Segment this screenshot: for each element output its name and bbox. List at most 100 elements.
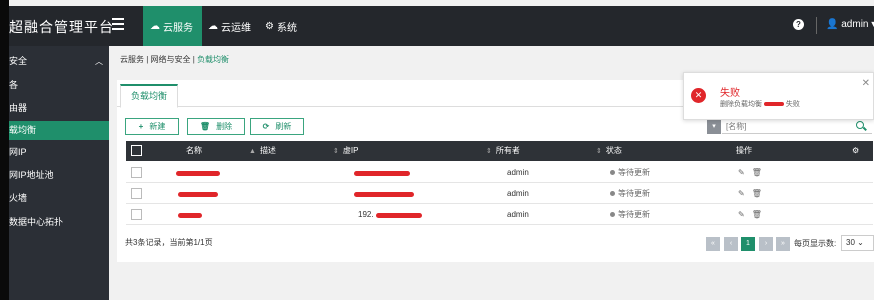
sidebar-item-firewall[interactable]: 火墙	[9, 189, 109, 208]
sort-icon: ⇕	[596, 148, 602, 155]
toast-message: 删除负载均衡 失败	[720, 99, 800, 109]
sidebar-item-network[interactable]: 各	[9, 76, 109, 95]
button-label: 刷新	[275, 122, 292, 131]
sort-icon: ▲	[249, 148, 256, 155]
nav-tab-cloud-ops[interactable]: ☁ 云运维	[208, 6, 251, 46]
plus-icon: +	[138, 122, 144, 131]
trash-icon[interactable]: 🗑	[752, 183, 762, 204]
cell-status: 等待更新	[610, 162, 650, 183]
breadcrumb-item[interactable]: 网络与安全	[151, 55, 191, 64]
nav-tab-label: 系统	[276, 22, 297, 34]
sidebar-item-load-balancer[interactable]: 载均衡	[9, 121, 109, 140]
select-all-checkbox[interactable]	[131, 145, 142, 156]
sort-icon: ⇕	[333, 148, 339, 155]
table-header: 名称 ▲ 描述 ⇕ 虚IP ⇕ 所有者 ⇕ 状态 操作 ⚙	[126, 141, 873, 161]
close-icon[interactable]: ✕	[862, 78, 870, 89]
left-edge	[0, 0, 9, 300]
cell-owner: admin	[507, 189, 529, 198]
sidebar-item-label: 网IP	[9, 147, 27, 157]
column-header-status[interactable]: ⇕ 状态	[596, 141, 622, 161]
sort-icon: ⇕	[486, 148, 492, 155]
search-icon[interactable]	[856, 121, 864, 129]
column-header-name[interactable]: 名称	[186, 141, 202, 161]
sidebar-item-label: 网IP地址池	[9, 170, 54, 180]
cloud-icon: ☁	[208, 20, 218, 32]
cell-owner: admin	[507, 168, 529, 177]
new-button[interactable]: + 新建	[125, 118, 179, 135]
user-menu[interactable]: 👤 admin ▾	[826, 19, 874, 30]
refresh-icon: ⟳	[262, 122, 270, 131]
tab-load-balancer[interactable]: 负载均衡	[120, 84, 178, 108]
trash-icon[interactable]: 🗑	[752, 204, 762, 225]
column-header-owner[interactable]: ⇕ 所有者	[486, 141, 520, 161]
edit-icon[interactable]: ✎	[738, 183, 745, 204]
sidebar-item-label: 数据中心拓扑	[9, 217, 64, 227]
redacted-mark	[178, 192, 218, 197]
edit-icon[interactable]: ✎	[738, 204, 745, 225]
button-label: 删除	[216, 122, 233, 131]
column-settings-icon[interactable]: ⚙	[852, 141, 859, 161]
first-page-button[interactable]: «	[706, 237, 720, 251]
status-dot	[610, 170, 615, 176]
sidebar-item-topology[interactable]: 数据中心拓扑	[9, 213, 109, 232]
cell-status: 等待更新	[610, 183, 650, 204]
breadcrumb-current: 负载均衡	[197, 55, 230, 64]
breadcrumb-item[interactable]: 云服务	[120, 55, 144, 64]
nav-divider	[816, 17, 817, 34]
breadcrumb: 云服务 | 网络与安全 | 负载均衡	[120, 55, 230, 64]
last-page-button[interactable]: »	[776, 237, 790, 251]
sidebar-item-label: 各	[9, 80, 19, 90]
row-checkbox[interactable]	[131, 167, 142, 178]
toast-message-text: 删除负载均衡	[720, 101, 762, 108]
row-checkbox[interactable]	[131, 188, 142, 199]
redacted-mark	[376, 213, 422, 218]
search-field-dropdown[interactable]: ▾	[707, 119, 721, 134]
page-number-button[interactable]: 1	[741, 237, 755, 251]
gear-icon: ⚙	[265, 20, 274, 32]
user-name: admin	[841, 19, 869, 30]
column-header-ops: 操作	[736, 141, 752, 161]
table-row[interactable]: admin 等待更新 ✎ 🗑	[126, 162, 873, 183]
sidebar-item-router[interactable]: 由器	[9, 99, 109, 118]
row-checkbox[interactable]	[131, 209, 142, 220]
nav-tab-system[interactable]: ⚙ 系统	[265, 6, 297, 46]
sidebar-item-security[interactable]: 安全 ︿	[9, 52, 109, 71]
per-page-select[interactable]: 30 ⌄	[841, 235, 874, 251]
redacted-mark	[354, 192, 414, 197]
status-dot	[610, 212, 615, 218]
cell-ops: ✎ 🗑	[738, 183, 769, 204]
column-header-vip[interactable]: ⇕ 虚IP	[333, 141, 358, 161]
error-icon: ✕	[691, 88, 706, 103]
search-input[interactable]	[722, 119, 872, 134]
column-label: 操作	[736, 146, 752, 155]
redacted-mark	[176, 171, 220, 176]
button-label: 新建	[149, 122, 166, 131]
table-row[interactable]: admin 等待更新 ✎ 🗑	[126, 183, 873, 204]
next-page-button[interactable]: ›	[759, 237, 773, 251]
redacted-mark	[354, 171, 410, 176]
trash-icon[interactable]: 🗑	[752, 162, 762, 183]
status-text: 等待更新	[618, 168, 650, 177]
cell-status: 等待更新	[610, 204, 650, 225]
nav-tab-cloud-service[interactable]: ☁ 云服务	[143, 6, 202, 46]
sidebar-item-public-ip[interactable]: 网IP	[9, 143, 109, 162]
column-label: 所有者	[495, 146, 520, 155]
status-dot	[610, 191, 615, 197]
pagination-summary: 共3条记录，当前第1/1页	[125, 238, 213, 247]
prev-page-button[interactable]: ‹	[724, 237, 738, 251]
refresh-button[interactable]: ⟳ 刷新	[250, 118, 304, 135]
help-icon[interactable]: ?	[793, 19, 804, 30]
sidebar-item-label: 安全	[9, 56, 28, 66]
column-header-desc[interactable]: ▲ 描述	[249, 141, 276, 161]
edit-icon[interactable]: ✎	[738, 162, 745, 183]
redacted-mark	[763, 102, 784, 107]
error-toast: ✕ 失败 删除负载均衡 失败 ✕	[683, 72, 874, 120]
delete-button[interactable]: 🗑 删除	[187, 118, 245, 135]
cell-owner: admin	[507, 210, 529, 219]
menu-toggle-icon[interactable]	[112, 18, 124, 30]
sidebar-item-ip-pool[interactable]: 网IP地址池	[9, 166, 109, 185]
table-row[interactable]: 192. admin 等待更新 ✎ 🗑	[126, 204, 873, 225]
sidebar: 安全 ︿ 各 由器 载均衡 网IP 网IP地址池 火墙 数据中心拓扑	[9, 46, 109, 300]
top-navbar: 超融合管理平台 ☁ 云服务 ☁ 云运维 ⚙ 系统 ? 👤 admin ▾	[9, 6, 874, 46]
sidebar-item-label: 由器	[9, 103, 28, 113]
